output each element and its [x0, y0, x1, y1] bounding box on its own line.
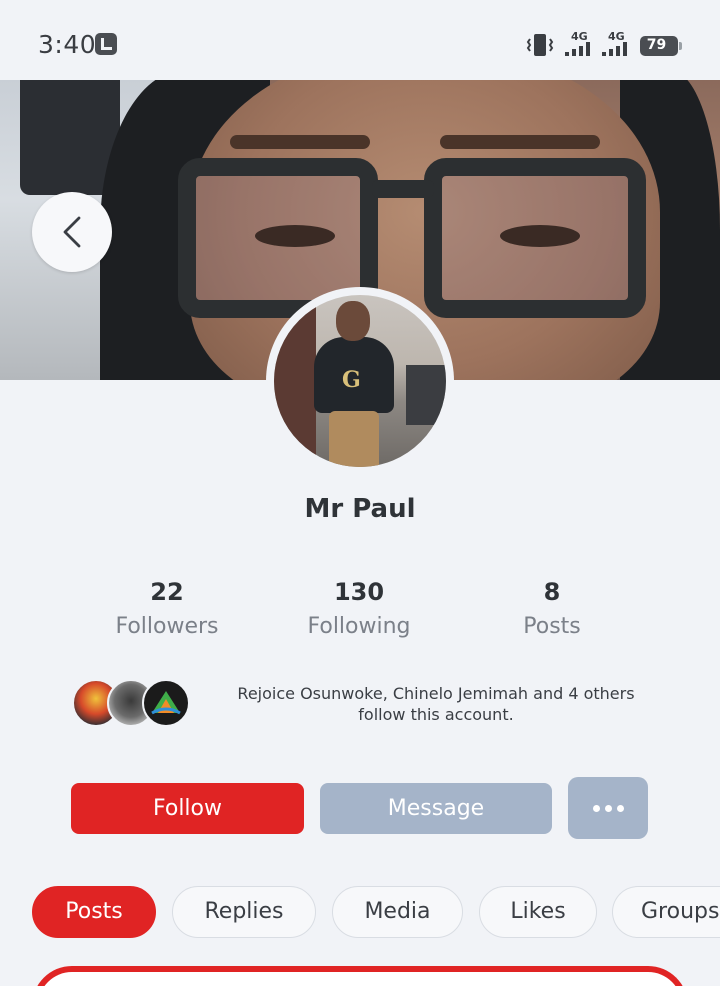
mountain-logo-icon [151, 691, 181, 715]
follower-avatar [142, 679, 190, 727]
stat-value: 8 [543, 578, 561, 606]
stat-label: Followers [115, 614, 219, 639]
message-button[interactable]: Message [320, 783, 552, 834]
tab-replies[interactable]: Replies [172, 886, 316, 938]
status-bar: 3:40 4G 4G 79 [0, 0, 720, 80]
signal-icon: 4G [602, 30, 636, 56]
stat-label: Posts [523, 614, 581, 639]
tab-media[interactable]: Media [332, 886, 463, 938]
status-time: 3:40 [38, 30, 97, 59]
more-horizontal-icon [593, 805, 600, 812]
tab-likes[interactable]: Likes [479, 886, 597, 938]
chevron-left-icon [63, 216, 81, 248]
stat-value: 22 [150, 578, 184, 606]
stat-value: 130 [333, 578, 385, 606]
profile-name: Mr Paul [304, 494, 416, 524]
vibrate-icon [526, 34, 554, 56]
post-card[interactable] [32, 966, 688, 986]
followed-by-text: Rejoice Osunwoke, Chinelo Jemimah and 4 … [237, 684, 635, 724]
more-horizontal-icon [617, 805, 624, 812]
stat-label: Following [307, 614, 411, 639]
battery-level: 79 [646, 37, 667, 53]
stat-posts[interactable]: 8 Posts [452, 578, 652, 639]
tab-groups[interactable]: Groups [612, 886, 720, 938]
follower-facepile[interactable] [72, 679, 192, 727]
more-options-button[interactable] [568, 777, 648, 839]
back-button[interactable] [32, 192, 112, 272]
stat-followers[interactable]: 22 Followers [67, 578, 267, 639]
signal-icon: 4G [565, 30, 599, 56]
notification-icon [95, 33, 117, 55]
stat-following[interactable]: 130 Following [259, 578, 459, 639]
more-horizontal-icon [605, 805, 612, 812]
follow-button[interactable]: Follow [71, 783, 304, 834]
battery-icon: 79 [640, 36, 682, 56]
tab-posts[interactable]: Posts [32, 886, 156, 938]
avatar-image: G [274, 295, 446, 467]
avatar[interactable]: G [266, 287, 454, 475]
